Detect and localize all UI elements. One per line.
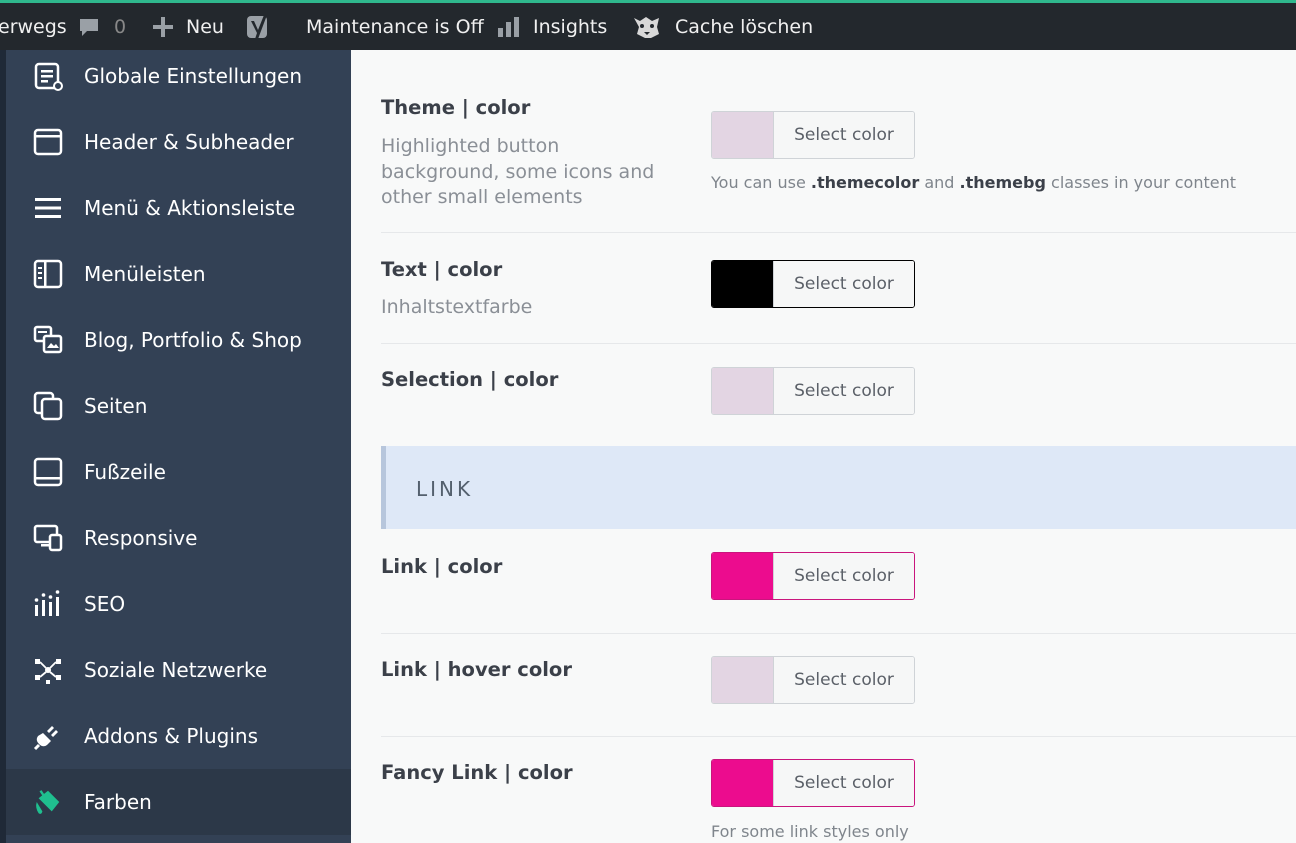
sidebar-item-header-subheader[interactable]: Header & Subheader (6, 109, 351, 175)
option-row-text-color: Text | color Inhaltstextfarbe Select col… (381, 233, 1296, 344)
option-description: Highlighted button background, some icon… (381, 135, 655, 208)
link-hover-color-picker[interactable]: Select color (711, 656, 915, 704)
yoast-seo-menu[interactable] (246, 14, 272, 40)
options-sidebar: Globale Einstellungen Header & Subheader… (6, 50, 351, 843)
sidebar-item-label: Header & Subheader (84, 130, 294, 154)
window-icon (33, 127, 63, 157)
settings-doc-icon (33, 61, 63, 91)
sidebar-item-label: Menü & Aktionsleiste (84, 196, 296, 220)
sidebar-item-label: Blog, Portfolio & Shop (84, 328, 302, 352)
sidebar-item-label: Soziale Netzwerke (84, 658, 268, 682)
new-label: Neu (186, 16, 224, 38)
option-title: Link | hover color (381, 658, 572, 681)
color-swatch (712, 657, 773, 703)
responsive-devices-icon (33, 523, 63, 553)
sidebar-item-label: SEO (84, 592, 126, 616)
select-color-button[interactable]: Select color (773, 112, 914, 158)
sidebar-item-label: Fußzeile (84, 460, 166, 484)
link-color-picker[interactable]: Select color (711, 552, 915, 600)
note-class: .themebg (959, 173, 1046, 192)
pages-icon (33, 391, 63, 421)
option-row-theme-color: Theme | color Highlighted button backgro… (381, 50, 1296, 233)
maintenance-label: Maintenance is Off (306, 16, 484, 38)
theme-color-note: You can use .themecolor and .themebg cla… (711, 173, 1236, 192)
site-name-label: erwegs (0, 16, 67, 38)
select-color-button[interactable]: Select color (773, 657, 914, 703)
section-header-link: LINK (381, 446, 1296, 529)
select-color-button[interactable]: Select color (773, 368, 914, 414)
select-color-button[interactable]: Select color (773, 261, 914, 307)
color-swatch (712, 760, 773, 806)
fancy-link-note: For some link styles only (711, 822, 909, 841)
social-network-icon (33, 655, 63, 685)
sidebar-item-label: Seiten (84, 394, 148, 418)
sidebar-item-addons-plugins[interactable]: Addons & Plugins (6, 703, 351, 769)
color-swatch (712, 261, 773, 307)
new-content-link[interactable]: Neu (152, 14, 224, 40)
sidebar-item-label: Responsive (84, 526, 198, 550)
sidebar-item-fusszeile[interactable]: Fußzeile (6, 439, 351, 505)
footer-icon (33, 457, 63, 487)
maintenance-status[interactable]: Maintenance is Off (306, 14, 484, 40)
sidebar-item-label: Globale Einstellungen (84, 64, 303, 88)
text-color-picker[interactable]: Select color (711, 260, 915, 308)
option-title: Fancy Link | color (381, 761, 573, 784)
selection-color-picker[interactable]: Select color (711, 367, 915, 415)
sidebar-item-farben[interactable]: Farben (6, 769, 351, 835)
sidebar-item-menue-aktionsleiste[interactable]: Menü & Aktionsleiste (6, 175, 351, 241)
blog-portfolio-icon (33, 325, 63, 355)
site-name-link[interactable]: erwegs (0, 14, 67, 40)
bar-chart-icon (498, 17, 519, 37)
hamburger-icon (33, 193, 63, 223)
plus-icon (153, 17, 173, 37)
sidebar-item-label: Menüleisten (84, 262, 206, 286)
option-description: Inhaltstextfarbe (381, 296, 533, 318)
comments-link[interactable]: 0 (78, 14, 126, 40)
option-title: Link | color (381, 555, 503, 578)
insights-link[interactable]: Insights (497, 14, 607, 40)
paint-bucket-icon (33, 787, 63, 817)
sidebar-item-label: Farben (84, 790, 152, 814)
note-text: You can use (711, 173, 811, 192)
select-color-button[interactable]: Select color (773, 553, 914, 599)
sidebar-item-responsive[interactable]: Responsive (6, 505, 351, 571)
theme-color-picker[interactable]: Select color (711, 111, 915, 159)
sidebar-item-seo[interactable]: SEO (6, 571, 351, 637)
sidebar-item-label: Addons & Plugins (84, 724, 259, 748)
section-title: LINK (416, 477, 474, 501)
option-row-link-color: Link | color Select color (381, 529, 1296, 634)
note-text: and (919, 173, 960, 192)
plug-icon (33, 721, 63, 751)
cheetah-icon (634, 17, 659, 38)
sidebar-layout-icon (33, 259, 63, 289)
option-row-fancy-link-color: Fancy Link | color Select color For some… (381, 737, 1296, 843)
color-options-panel: Theme | color Highlighted button backgro… (351, 50, 1296, 843)
option-title: Theme | color (381, 96, 531, 119)
sidebar-item-seiten[interactable]: Seiten (6, 373, 351, 439)
cache-label: Cache löschen (675, 16, 814, 38)
admin-bar-accent-line (0, 0, 1296, 3)
insights-label: Insights (533, 16, 608, 38)
color-swatch (712, 553, 773, 599)
seo-bars-icon (33, 589, 63, 619)
clear-cache-link[interactable]: Cache löschen (631, 14, 813, 40)
option-row-selection-color: Selection | color Select color (381, 344, 1296, 446)
color-swatch (712, 112, 773, 158)
fancy-link-color-picker[interactable]: Select color (711, 759, 915, 807)
color-swatch (712, 368, 773, 414)
sidebar-item-blog-portfolio-shop[interactable]: Blog, Portfolio & Shop (6, 307, 351, 373)
sidebar-item-menueleisten[interactable]: Menüleisten (6, 241, 351, 307)
comment-bubble-icon (80, 19, 98, 36)
note-text: classes in your content (1045, 173, 1236, 192)
sidebar-item-globale-einstellungen[interactable]: Globale Einstellungen (6, 43, 351, 109)
comments-count: 0 (114, 16, 127, 38)
option-row-link-hover-color: Link | hover color Select color (381, 634, 1296, 737)
note-class: .themecolor (810, 173, 920, 192)
select-color-button[interactable]: Select color (773, 760, 914, 806)
option-title: Text | color (381, 258, 503, 281)
option-title: Selection | color (381, 368, 559, 391)
sidebar-item-soziale-netzwerke[interactable]: Soziale Netzwerke (6, 637, 351, 703)
yoast-logo-icon (247, 15, 267, 39)
